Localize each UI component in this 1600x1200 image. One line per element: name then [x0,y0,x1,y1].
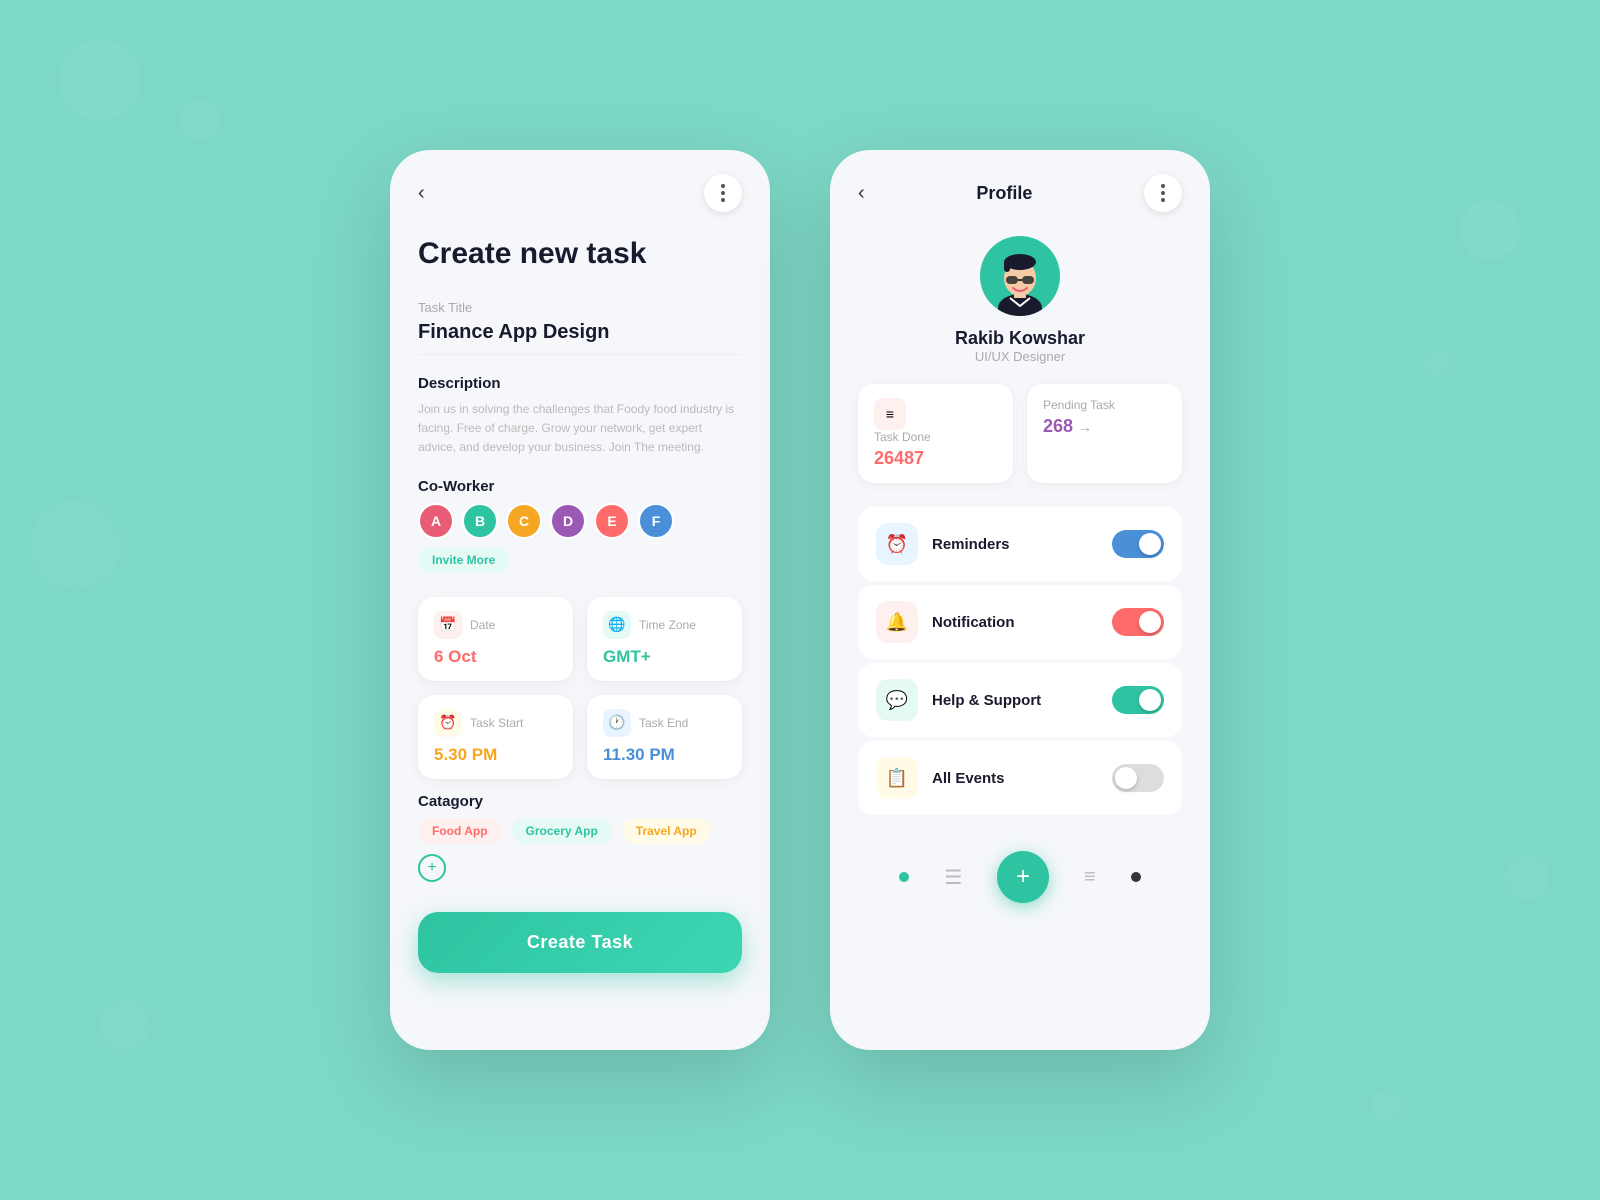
category-travel-app[interactable]: Travel App [622,818,711,844]
create-task-phone: ‹ Create new task Task Title Finance App… [390,150,770,1050]
all-events-icon: 📋 [876,757,918,799]
nav-list-icon[interactable]: ≡ [1084,866,1096,889]
back-button[interactable]: ‹ [418,182,425,205]
timezone-icon: 🌐 [603,611,631,639]
description-text: Join us in solving the challenges that F… [418,400,742,458]
task-end-card[interactable]: 🕐 Task End 11.30 PM [587,695,742,779]
coworker-avatar-2[interactable]: B [462,503,498,539]
coworker-avatar-6[interactable]: F [638,503,674,539]
nav-menu-icon[interactable]: ☰ [944,865,962,890]
pending-task-value: 268 → [1043,416,1166,437]
notification-icon: 🔔 [876,601,918,643]
date-timezone-row: 📅 Date 6 Oct 🌐 Time Zone GMT+ [418,597,742,681]
pending-task-card: Pending Task 268 → [1027,384,1182,483]
category-row: Food App Grocery App Travel App + [418,818,742,882]
notification-label: Notification [932,614,1098,631]
task-start-icon: ⏰ [434,709,462,737]
invite-more-button[interactable]: Invite More [418,547,509,573]
stats-row: ≡ Task Done 26487 Pending Task 268 → [858,384,1182,483]
nav-profile-dot[interactable] [1131,872,1141,882]
coworker-avatar-1[interactable]: A [418,503,454,539]
profile-name: Rakib Kowshar [858,328,1182,349]
timezone-value: GMT+ [603,647,726,667]
profile-role: UI/UX Designer [858,349,1182,364]
task-title-label: Task Title [418,300,742,315]
task-end-label: Task End [639,716,688,730]
menu-button[interactable] [704,174,742,212]
timezone-card[interactable]: 🌐 Time Zone GMT+ [587,597,742,681]
phones-container: ‹ Create new task Task Title Finance App… [390,150,1210,1050]
task-end-icon: 🕐 [603,709,631,737]
add-category-button[interactable]: + [418,854,446,882]
profile-avatar [980,236,1060,316]
task-done-label: Task Done [874,430,997,444]
three-dots-icon [721,184,725,202]
pending-task-label: Pending Task [1043,398,1166,412]
date-icon: 📅 [434,611,462,639]
settings-list: ⏰ Reminders 🔔 Notification 💬 [858,507,1182,815]
profile-three-dots-icon [1161,184,1165,202]
task-start-card[interactable]: ⏰ Task Start 5.30 PM [418,695,573,779]
task-title-value[interactable]: Finance App Design [418,321,742,355]
task-done-card: ≡ Task Done 26487 [858,384,1013,483]
page-title: Create new task [418,236,742,272]
task-start-value: 5.30 PM [434,745,557,765]
all-events-toggle[interactable] [1112,764,1164,792]
reminders-toggle[interactable] [1112,530,1164,558]
help-support-icon: 💬 [876,679,918,721]
fab-add-button[interactable]: + [997,851,1049,903]
date-card[interactable]: 📅 Date 6 Oct [418,597,573,681]
timezone-label: Time Zone [639,618,696,632]
date-value: 6 Oct [434,647,557,667]
coworker-avatar-3[interactable]: C [506,503,542,539]
coworkers-row: A B C D E F Invite More [418,503,742,573]
profile-header: ‹ Profile [858,174,1182,212]
profile-menu-button[interactable] [1144,174,1182,212]
notification-toggle[interactable] [1112,608,1164,636]
task-end-value: 11.30 PM [603,745,726,765]
notification-setting[interactable]: 🔔 Notification [858,585,1182,659]
date-label: Date [470,618,495,632]
all-events-label: All Events [932,770,1098,787]
nav-home-dot[interactable] [899,872,909,882]
coworker-avatar-5[interactable]: E [594,503,630,539]
profile-phone: ‹ Profile [830,150,1210,1050]
task-done-value: 26487 [874,448,997,469]
help-support-toggle[interactable] [1112,686,1164,714]
help-support-label: Help & Support [932,692,1098,709]
help-support-setting[interactable]: 💬 Help & Support [858,663,1182,737]
all-events-setting[interactable]: 📋 All Events [858,741,1182,815]
coworker-label: Co-Worker [418,478,742,495]
reminders-label: Reminders [932,536,1098,553]
category-label: Catagory [418,793,742,810]
reminders-icon: ⏰ [876,523,918,565]
bottom-nav: ☰ + ≡ [858,835,1182,919]
task-done-icon: ≡ [874,398,906,430]
reminders-setting[interactable]: ⏰ Reminders [858,507,1182,581]
profile-title: Profile [865,183,1144,204]
task-start-label: Task Start [470,716,523,730]
left-phone-header: ‹ [418,174,742,212]
category-food-app[interactable]: Food App [418,818,502,844]
description-label: Description [418,375,742,392]
profile-back-button[interactable]: ‹ [858,182,865,205]
create-task-button[interactable]: Create Task [418,912,742,973]
category-grocery-app[interactable]: Grocery App [512,818,612,844]
coworker-avatar-4[interactable]: D [550,503,586,539]
time-row: ⏰ Task Start 5.30 PM 🕐 Task End 11.30 PM [418,695,742,779]
